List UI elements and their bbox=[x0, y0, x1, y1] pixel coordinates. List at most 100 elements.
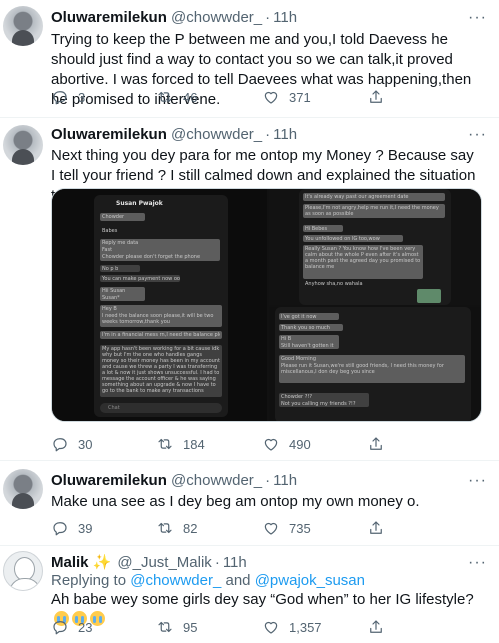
like-count: 490 bbox=[289, 436, 311, 452]
retweet-icon bbox=[158, 621, 172, 633]
reply-button[interactable]: 23 bbox=[51, 617, 92, 637]
avatar[interactable] bbox=[3, 125, 43, 165]
like-count: 1,357 bbox=[289, 619, 322, 635]
retweet-button[interactable]: 95 bbox=[156, 617, 197, 637]
display-name[interactable]: Malik bbox=[51, 554, 89, 571]
display-name[interactable]: Oluwaremilekun bbox=[51, 9, 167, 26]
chat-message-text: Reply me data bbox=[102, 240, 139, 246]
chat-name: Susan Pwajok bbox=[116, 200, 163, 207]
chat-message-text: Chowder ?!? bbox=[281, 394, 313, 400]
timestamp[interactable]: 11h bbox=[273, 472, 297, 489]
reply-button[interactable]: 30 bbox=[51, 434, 92, 454]
reply-button[interactable]: 3 bbox=[51, 87, 85, 107]
reply-icon bbox=[53, 438, 67, 452]
reply-count: 30 bbox=[78, 436, 93, 452]
display-name[interactable]: Oluwaremilekun bbox=[51, 126, 167, 143]
reply-icon bbox=[53, 522, 67, 536]
chat-message-text: I've got it now bbox=[281, 314, 317, 320]
replying-and: and bbox=[225, 572, 251, 589]
retweet-button[interactable]: 184 bbox=[156, 434, 205, 454]
chat-message-text: Please,I'm not angry,help me run it,I ne… bbox=[305, 205, 439, 217]
chat-message-text: Hi B bbox=[281, 336, 292, 342]
share-icon bbox=[370, 521, 382, 534]
chat-message-text: It's already way past our agreement date bbox=[305, 194, 409, 200]
chat-message-text: Good Morning bbox=[281, 356, 316, 362]
mention-link[interactable]: @pwajok_susan bbox=[255, 572, 365, 589]
more-options-icon[interactable]: ··· bbox=[468, 127, 487, 143]
sticker-image bbox=[417, 289, 441, 303]
mention-link[interactable]: @chowwder_ bbox=[130, 572, 221, 589]
like-button[interactable]: 1,357 bbox=[262, 617, 322, 637]
separator-dot: · bbox=[265, 126, 271, 143]
chat-message-text: Hii Susan bbox=[102, 288, 126, 294]
user-handle[interactable]: @chowwder_ bbox=[171, 126, 262, 143]
tweet-text-body: Ah babe wey some girls dey say “God when… bbox=[51, 591, 474, 608]
more-options-icon[interactable]: ··· bbox=[468, 473, 487, 489]
share-button[interactable] bbox=[367, 518, 394, 538]
share-button[interactable] bbox=[367, 434, 394, 454]
avatar[interactable] bbox=[3, 6, 43, 46]
separator-dot: · bbox=[265, 9, 271, 26]
retweet-count: 82 bbox=[183, 520, 198, 536]
like-button[interactable]: 735 bbox=[262, 518, 311, 538]
like-count: 371 bbox=[289, 89, 311, 105]
retweet-button[interactable]: 46 bbox=[156, 87, 197, 107]
more-options-icon[interactable]: ··· bbox=[468, 10, 487, 26]
chat-message-text: Not you calling my friends ?!? bbox=[281, 401, 356, 407]
timestamp[interactable]: 11h bbox=[273, 126, 297, 143]
share-icon bbox=[370, 437, 382, 450]
chat-message-text: Thank you so much bbox=[281, 325, 330, 331]
chat-message-text: You unfollowed on IG too,wow bbox=[305, 236, 380, 242]
tweet-actions: 3 46 371 bbox=[51, 87, 481, 107]
timestamp[interactable]: 11h bbox=[223, 554, 247, 571]
media-grid[interactable]: Susan Pwajok Chowder Babes Reply me data… bbox=[51, 188, 482, 422]
chat-message-text: You can make payment now oo bbox=[102, 276, 180, 282]
retweet-icon bbox=[158, 438, 172, 450]
like-count: 735 bbox=[289, 520, 311, 536]
like-button[interactable]: 371 bbox=[262, 87, 311, 107]
share-button[interactable] bbox=[367, 617, 394, 637]
user-handle[interactable]: @_Just_Malik bbox=[117, 554, 211, 571]
reply-count: 39 bbox=[78, 520, 93, 536]
chat-message-text: No p b bbox=[102, 266, 119, 272]
retweet-count: 95 bbox=[183, 619, 198, 635]
replying-to-label: Replying to bbox=[51, 572, 127, 589]
display-name[interactable]: Oluwaremilekun bbox=[51, 472, 167, 489]
chat-message-text: Fast bbox=[102, 247, 113, 253]
sparkle-icon: ✨ bbox=[92, 554, 112, 571]
heart-icon bbox=[264, 438, 278, 451]
like-button[interactable]: 490 bbox=[262, 434, 311, 454]
replying-to: Replying to @chowwder_ and @pwajok_susan bbox=[51, 571, 365, 591]
chat-screenshot-1[interactable]: Susan Pwajok Chowder Babes Reply me data… bbox=[52, 189, 267, 421]
avatar[interactable] bbox=[3, 469, 43, 509]
chat-message-text: Hi Bebes bbox=[305, 226, 328, 232]
tweet-2[interactable]: Oluwaremilekun @chowwder_ · 11h ··· Next t… bbox=[0, 118, 499, 461]
phone-screen: I've got it now Thank you so much Hi B S… bbox=[275, 307, 471, 421]
retweet-icon bbox=[158, 91, 172, 103]
separator-dot: · bbox=[214, 554, 220, 571]
user-handle[interactable]: @chowwder_ bbox=[171, 472, 262, 489]
timestamp[interactable]: 11h bbox=[273, 9, 297, 26]
retweet-button[interactable]: 82 bbox=[156, 518, 197, 538]
chat-message-text: Hey B bbox=[102, 306, 117, 312]
tweet-4[interactable]: Malik ✨ @_Just_Malik · 11h ··· Replying to … bbox=[0, 546, 499, 643]
chat-screenshot-3[interactable]: I've got it now Thank you so much Hi B S… bbox=[269, 307, 481, 421]
chat-message-text: Really Susan ? You know how I've been ve… bbox=[305, 246, 421, 270]
reply-button[interactable]: 39 bbox=[51, 518, 92, 538]
retweet-count: 184 bbox=[183, 436, 205, 452]
chat-message-text: Chowder please don't forget the phone bbox=[102, 254, 201, 260]
chat-message-text: I need the balance soon please,it will b… bbox=[102, 313, 214, 325]
chat-screenshot-2[interactable]: It's already way past our agreement date… bbox=[269, 189, 481, 305]
tweet-1[interactable]: Oluwaremilekun @chowwder_ · 11h ··· Trying… bbox=[0, 0, 499, 118]
chat-message-text: I'm in a financial mess rn,I need the ba… bbox=[102, 332, 220, 338]
share-button[interactable] bbox=[367, 87, 394, 107]
more-options-icon[interactable]: ··· bbox=[468, 555, 487, 571]
heart-icon bbox=[264, 522, 278, 535]
chat-message-text: My app hasn't been working for a bit cau… bbox=[102, 346, 220, 394]
tweet-3[interactable]: Oluwaremilekun @chowwder_ · 11h ··· Make u… bbox=[0, 461, 499, 546]
user-handle[interactable]: @chowwder_ bbox=[171, 9, 262, 26]
avatar[interactable] bbox=[3, 551, 43, 591]
tweet-header: Malik ✨ @_Just_Malik · 11h bbox=[51, 553, 247, 573]
chat-message-text: Anyhow sha,no wahala bbox=[305, 281, 363, 287]
reply-count: 3 bbox=[78, 89, 86, 105]
